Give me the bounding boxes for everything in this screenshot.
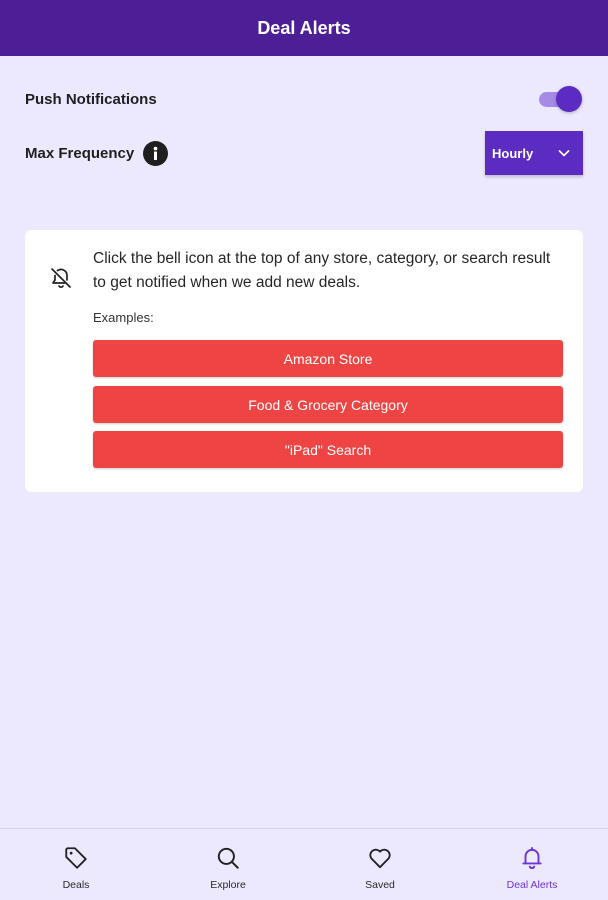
bottom-navigation: Deals Explore Saved Deal Alerts <box>0 828 608 900</box>
nav-item-saved[interactable]: Saved <box>304 829 456 900</box>
toggle-thumb <box>556 86 582 112</box>
bell-icon <box>522 847 542 869</box>
nav-item-deal-alerts[interactable]: Deal Alerts <box>456 829 608 900</box>
search-icon <box>217 847 239 869</box>
info-icon[interactable] <box>143 140 169 166</box>
heart-icon <box>369 848 391 869</box>
push-notifications-label: Push Notifications <box>25 90 157 108</box>
push-notifications-row: Push Notifications <box>25 82 583 116</box>
chevron-down-icon <box>558 149 570 157</box>
bell-off-icon <box>51 268 71 288</box>
max-frequency-row: Max Frequency Hourly <box>25 131 583 175</box>
nav-label: Deal Alerts <box>506 879 558 891</box>
max-frequency-select[interactable]: Hourly <box>485 131 583 175</box>
push-notifications-toggle[interactable] <box>537 85 583 113</box>
nav-label: Saved <box>365 879 395 891</box>
nav-item-deals[interactable]: Deals <box>0 829 152 900</box>
deal-alerts-info-card: Click the bell icon at the top of any st… <box>25 230 583 492</box>
page-title: Deal Alerts <box>257 17 351 38</box>
nav-label: Deals <box>62 879 90 891</box>
tag-icon <box>65 847 87 869</box>
max-frequency-value: Hourly <box>492 145 534 161</box>
max-frequency-label: Max Frequency <box>25 144 135 162</box>
example-ipad-search-button[interactable]: "iPad" Search <box>93 431 563 468</box>
example-amazon-store-button[interactable]: Amazon Store <box>93 340 563 377</box>
nav-label: Explore <box>210 879 246 891</box>
example-food-grocery-button[interactable]: Food & Grocery Category <box>93 386 563 423</box>
nav-item-explore[interactable]: Explore <box>152 829 304 900</box>
info-text: Click the bell icon at the top of any st… <box>93 250 551 291</box>
examples-label: Examples: <box>93 310 154 325</box>
app-bar: Deal Alerts <box>0 0 608 56</box>
